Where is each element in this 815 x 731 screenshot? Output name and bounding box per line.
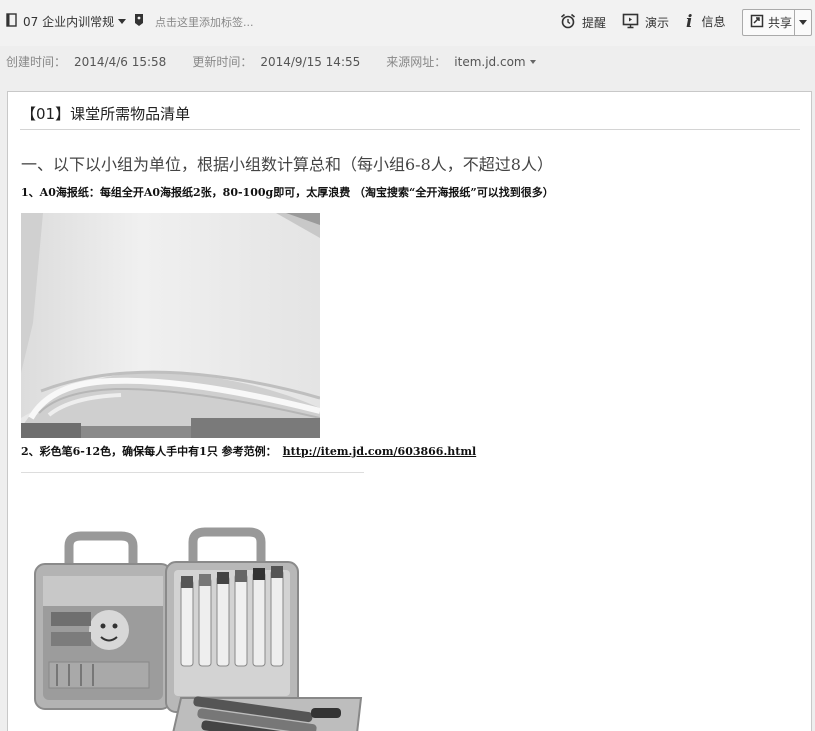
poster-paper-image	[21, 213, 320, 438]
list-item: 2、彩色笔6-12色，确保每人手中有1只 参考范例： http://item.jd…	[21, 443, 476, 459]
notebook-icon	[6, 13, 17, 30]
updated-label: 更新时间：	[192, 55, 253, 69]
present-button[interactable]: 演示	[622, 13, 669, 32]
info-icon: i	[686, 11, 693, 32]
alarm-clock-icon	[560, 13, 576, 32]
remind-label: 提醒	[582, 16, 607, 30]
share-button[interactable]: 共享	[742, 9, 812, 36]
source-url[interactable]: item.jd.com	[454, 55, 525, 69]
title-divider	[20, 129, 800, 130]
note-metadata: 创建时间： 2014/4/6 15:58 更新时间： 2014/9/15 14:…	[6, 53, 536, 70]
note-title[interactable]: 【01】课堂所需物品清单	[21, 103, 190, 124]
note-toolbar: 07 企业内训常规 点击这里添加标签... 提醒 演示 i 信息 共享	[0, 0, 815, 46]
notebook-name: 07 企业内训常规	[23, 15, 115, 29]
item2-text: 2、彩色笔6-12色，确保每人手中有1只 参考范例：	[21, 445, 277, 458]
updated-value: 2014/9/15 14:55	[260, 54, 361, 69]
reference-link[interactable]: http://item.jd.com/603866.html	[283, 445, 477, 458]
presentation-icon	[622, 13, 639, 32]
notebook-selector[interactable]: 07 企业内训常规	[6, 13, 127, 30]
chevron-down-icon	[118, 19, 127, 24]
marker-pens-image	[21, 472, 364, 731]
info-button[interactable]: i 信息	[686, 13, 725, 30]
share-icon	[750, 14, 764, 31]
share-label: 共享	[768, 16, 793, 30]
note-editor[interactable]: 【01】课堂所需物品清单 一、以下以小组为单位，根据小组数计算总和（每小组6-8…	[7, 91, 812, 731]
created-value: 2014/4/6 15:58	[74, 54, 167, 69]
tag-icon	[133, 13, 145, 30]
created-label: 创建时间：	[6, 55, 67, 69]
chevron-down-icon[interactable]	[529, 59, 536, 64]
present-label: 演示	[645, 16, 670, 30]
section-heading: 一、以下以小组为单位，根据小组数计算总和（每小组6-8人，不超过8人）	[21, 155, 553, 174]
info-label: 信息	[701, 15, 726, 29]
remind-button[interactable]: 提醒	[560, 13, 606, 32]
tag-placeholder: 点击这里添加标签...	[155, 15, 254, 29]
tag-input[interactable]: 点击这里添加标签...	[133, 13, 254, 30]
share-main[interactable]: 共享	[743, 10, 795, 35]
list-item: 1、A0海报纸：每组全开A0海报纸2张，80-100g即可，太厚浪费 （淘宝搜索…	[21, 186, 554, 199]
source-label: 来源网址：	[386, 55, 447, 69]
share-dropdown[interactable]	[795, 10, 811, 35]
chevron-down-icon	[799, 20, 807, 25]
